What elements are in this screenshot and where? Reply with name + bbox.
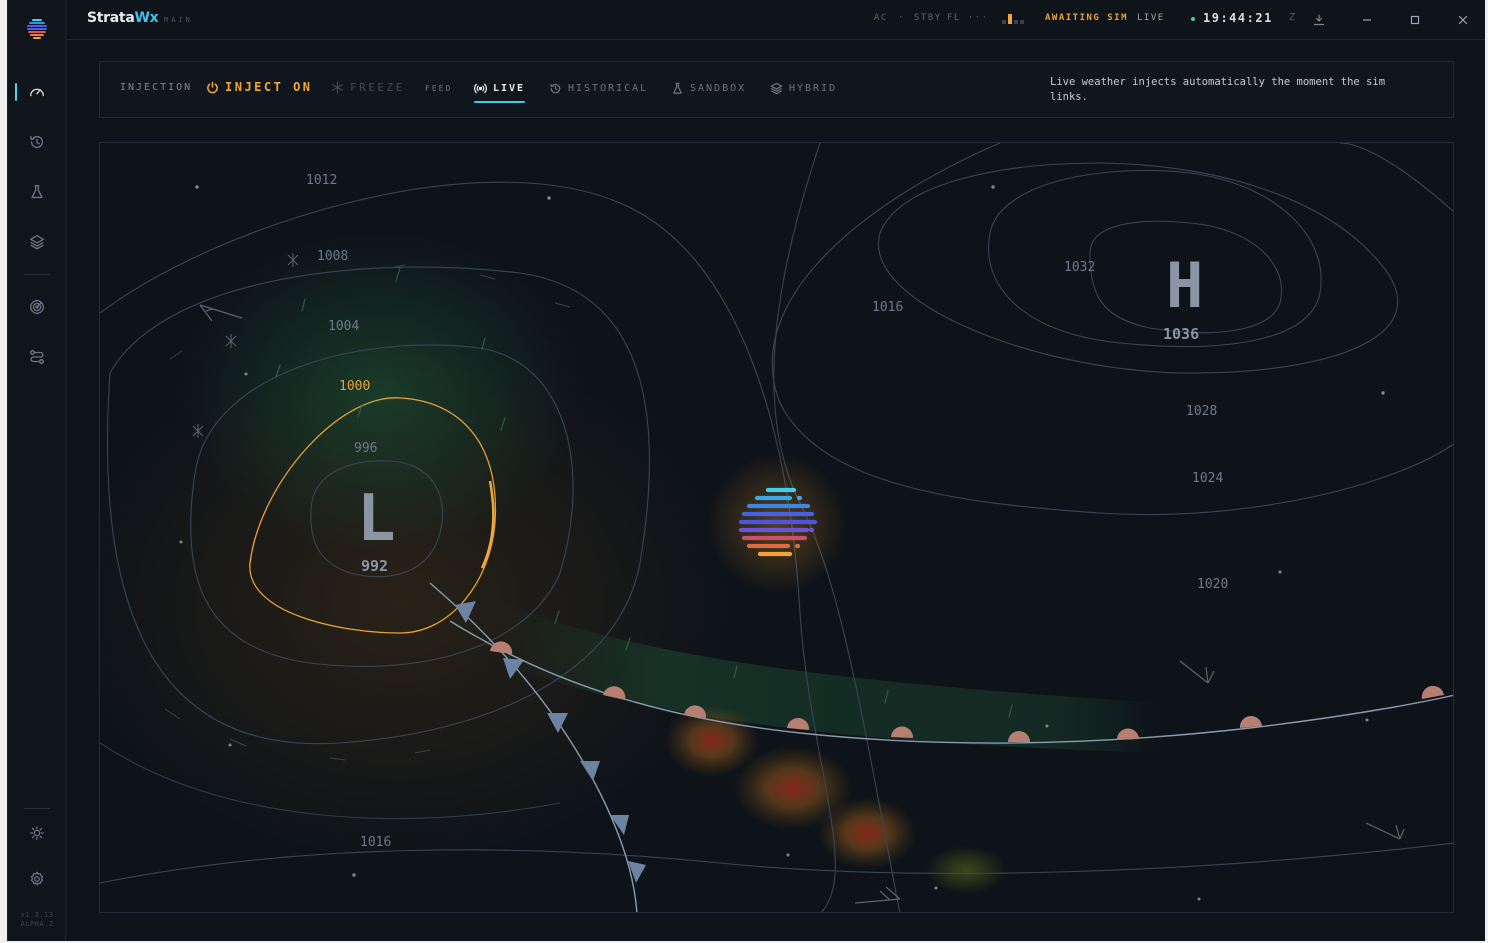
tab-historical[interactable]: HISTORICAL	[549, 82, 648, 95]
history-icon	[550, 83, 561, 94]
tab-sandbox-label: SANDBOX	[690, 83, 747, 94]
status-separator: ·	[898, 13, 905, 23]
sun-icon	[30, 826, 44, 840]
minimize-icon	[1363, 19, 1371, 21]
isobar-label-1016-south: 1016	[360, 835, 391, 850]
rail-divider	[24, 274, 50, 275]
brand-sub-label: MAIN	[164, 16, 193, 24]
version-label: v1.3.13 ALPHA.2	[8, 911, 66, 929]
version-channel: ALPHA.2	[20, 920, 54, 928]
low-pressure-value: 992	[361, 557, 388, 575]
rain-cell	[926, 846, 1006, 894]
signal-strength-icon	[1002, 12, 1036, 24]
rail-routes-button[interactable]	[23, 343, 51, 371]
status-live: LIVE	[1137, 13, 1165, 23]
status-standby: STBY	[914, 13, 942, 23]
storm-cell	[817, 797, 917, 869]
top-bar: StrataWx MAIN AC · STBY FL ··· AWAITING …	[66, 0, 1485, 40]
brand-accent: Wx	[134, 10, 159, 26]
isobar-label-996: 996	[354, 441, 377, 456]
rail-history-button[interactable]	[23, 128, 51, 156]
rail-theme-button[interactable]	[23, 819, 51, 847]
minimize-button[interactable]	[1357, 10, 1377, 30]
rail-layers-button[interactable]	[23, 228, 51, 256]
freeze-button[interactable]: FREEZE	[331, 81, 405, 94]
isobar-label-1012: 1012	[306, 173, 337, 188]
brand-wordmark: StrataWx	[87, 10, 159, 26]
inject-toggle-label: INJECT ON	[225, 80, 313, 94]
isobar-label-1024: 1024	[1192, 471, 1223, 486]
tab-live[interactable]: LIVE	[474, 82, 526, 103]
freeze-label: FREEZE	[350, 81, 405, 94]
broadcast-icon	[474, 83, 487, 94]
high-pressure-value: 1036	[1163, 325, 1199, 343]
app-window: v1.3.13 ALPHA.2 StrataWx MAIN AC · STBY …	[7, 0, 1485, 941]
app-logo-icon[interactable]	[25, 16, 49, 40]
download-button[interactable]	[1309, 10, 1329, 30]
utc-suffix: Z	[1289, 12, 1296, 23]
tab-hybrid[interactable]: HYBRID	[770, 82, 837, 95]
isobar-1032	[988, 169, 1322, 347]
isobar-label-1032: 1032	[1064, 260, 1095, 275]
close-button[interactable]	[1453, 10, 1473, 30]
status-flight-level: FL ···	[947, 13, 989, 23]
weather-map[interactable]: 1012 1008 1004 1000 996 1016 1016 1032 1…	[99, 142, 1454, 913]
maximize-icon	[1410, 15, 1420, 25]
rail-dashboard-button[interactable]	[15, 78, 51, 106]
layers-icon	[30, 235, 44, 250]
snowflake-icon	[332, 81, 343, 94]
inject-toggle[interactable]: INJECT ON	[206, 80, 313, 94]
feed-label: FEED	[425, 84, 453, 93]
isobar-label-1016-north: 1016	[872, 300, 903, 315]
tab-live-label: LIVE	[493, 83, 526, 94]
high-pressure-center: H	[1166, 249, 1203, 322]
synoptic-chart: 1012 1008 1004 1000 996 1016 1016 1032 1…	[100, 143, 1453, 912]
left-rail: v1.3.13 ALPHA.2	[8, 0, 66, 941]
version-number: v1.3.13	[20, 911, 54, 919]
mode-description: Live weather injects automatically the m…	[1050, 76, 1386, 103]
maximize-button[interactable]	[1405, 10, 1425, 30]
low-pressure-center: L	[357, 482, 396, 556]
isobar-label-1000: 1000	[339, 379, 370, 394]
history-icon	[30, 135, 44, 149]
flask-icon	[31, 185, 43, 199]
layers-icon	[770, 82, 783, 95]
tab-sandbox[interactable]: SANDBOX	[671, 82, 746, 95]
status-awaiting-sim: AWAITING SIM	[1045, 13, 1129, 23]
injection-label: INJECTION	[120, 82, 193, 93]
injection-control-panel: INJECTION INJECT ON FREEZE FEED LIVE HIS…	[99, 61, 1454, 118]
isobar-label-1020: 1020	[1197, 577, 1228, 592]
isobar-label-1008: 1008	[317, 249, 348, 264]
clock-status-dot	[1191, 17, 1195, 21]
flask-icon	[673, 82, 682, 94]
rail-divider-bottom	[24, 808, 50, 809]
rail-lab-button[interactable]	[23, 178, 51, 206]
route-icon	[30, 350, 44, 364]
brand-main: Strata	[87, 10, 135, 26]
isobar-label-1028: 1028	[1186, 404, 1217, 419]
tab-hybrid-label: HYBRID	[789, 83, 838, 94]
download-icon	[1313, 14, 1325, 26]
tab-historical-label: HISTORICAL	[568, 83, 649, 94]
gauge-icon	[30, 88, 44, 97]
rail-settings-button[interactable]	[23, 865, 51, 893]
isobar-label-1004: 1004	[328, 319, 359, 334]
gear-icon	[30, 871, 44, 886]
rail-radar-button[interactable]	[23, 293, 51, 321]
utc-clock: 19:44:21	[1203, 11, 1273, 25]
power-icon	[207, 81, 218, 93]
close-icon	[1458, 15, 1468, 25]
status-ac: AC	[874, 13, 888, 23]
radar-icon	[30, 300, 44, 314]
